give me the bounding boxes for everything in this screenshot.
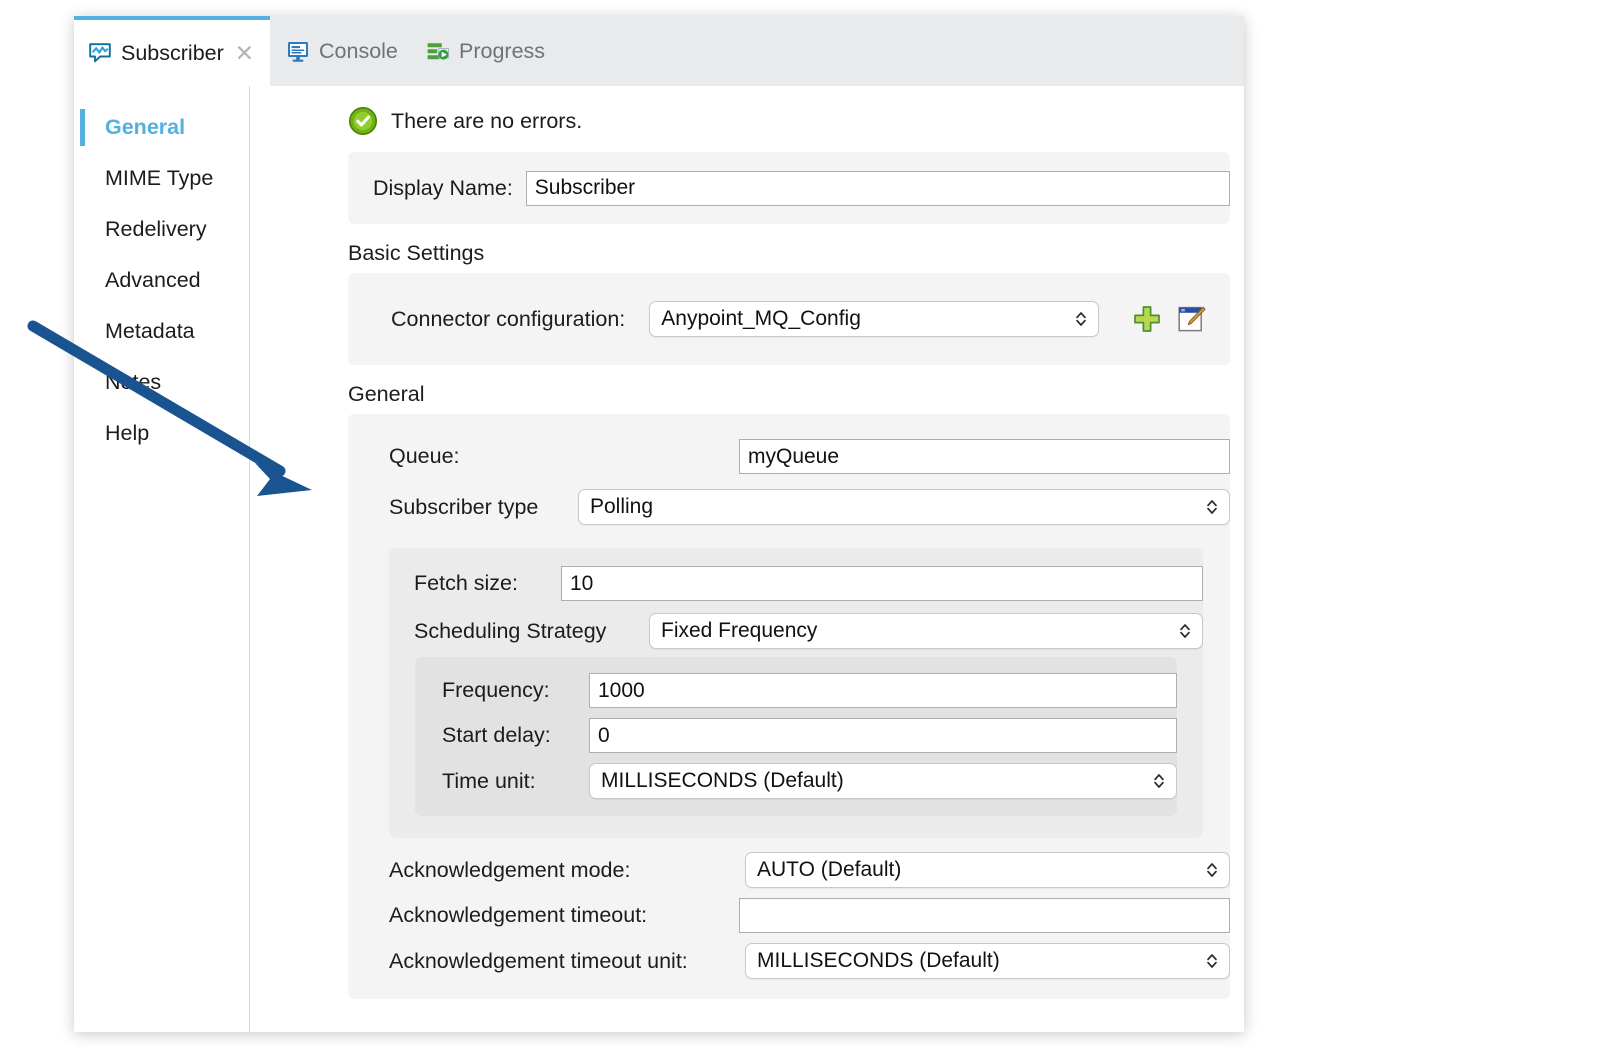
green-plus-icon[interactable] — [1132, 304, 1162, 334]
sidebar-nav: General MIME Type Redelivery Advanced Me… — [74, 86, 250, 1032]
acknowledgement-mode-value: AUTO (Default) — [757, 858, 901, 882]
chevron-updown-icon — [1074, 309, 1088, 329]
sidebar-item-mime-type[interactable]: MIME Type — [74, 153, 249, 204]
acknowledgement-mode-select[interactable]: AUTO (Default) — [745, 852, 1230, 888]
sidebar-item-label: Notes — [105, 370, 161, 395]
chevron-updown-icon — [1205, 497, 1219, 517]
acknowledgement-timeout-input[interactable] — [739, 898, 1230, 933]
close-icon[interactable]: ✕ — [235, 42, 254, 65]
scheduling-strategy-select[interactable]: Fixed Frequency — [649, 613, 1203, 649]
subscriber-type-label: Subscriber type — [389, 495, 578, 520]
start-delay-row: Start delay: — [415, 713, 1177, 758]
time-unit-row: Time unit: MILLISECONDS (Default) — [415, 758, 1177, 802]
scheduling-strategy-row: Scheduling Strategy Fixed Frequency — [389, 607, 1203, 653]
tab-console[interactable]: Console — [286, 16, 398, 86]
frequency-row: Frequency: — [415, 670, 1177, 713]
screenshot-root: Subscriber ✕ Console — [0, 0, 1598, 1062]
basic-settings-title: Basic Settings — [348, 241, 1244, 266]
polling-settings-group: Fetch size: Scheduling Strategy Fixed Fr… — [389, 548, 1203, 838]
sidebar-item-label: General — [105, 115, 185, 140]
sidebar-item-notes[interactable]: Notes — [74, 357, 249, 408]
sidebar-item-label: Help — [105, 421, 149, 446]
chevron-updown-icon — [1178, 621, 1192, 641]
editor-content: There are no errors. Display Name: Basic… — [251, 86, 1244, 1032]
connector-configuration-value: Anypoint_MQ_Config — [661, 307, 861, 331]
queue-row: Queue: — [348, 428, 1230, 485]
sidebar-item-redelivery[interactable]: Redelivery — [74, 204, 249, 255]
queue-input[interactable] — [739, 439, 1230, 474]
display-name-group: Display Name: — [348, 152, 1230, 224]
acknowledgement-timeout-unit-label: Acknowledgement timeout unit: — [389, 949, 745, 974]
time-unit-select[interactable]: MILLISECONDS (Default) — [589, 763, 1177, 799]
connector-configuration-label: Connector configuration: — [391, 307, 625, 332]
acknowledgement-timeout-unit-select[interactable]: MILLISECONDS (Default) — [745, 943, 1230, 979]
fixed-frequency-group: Frequency: Start delay: Time unit: MI — [415, 657, 1177, 816]
tab-console-label: Console — [319, 39, 398, 64]
time-unit-value: MILLISECONDS (Default) — [601, 769, 844, 793]
acknowledgement-timeout-row: Acknowledgement timeout: — [348, 893, 1230, 938]
general-group: Queue: Subscriber type Polling — [348, 414, 1230, 999]
scheduling-strategy-label: Scheduling Strategy — [414, 619, 649, 644]
acknowledgement-timeout-unit-row: Acknowledgement timeout unit: MILLISECON… — [348, 938, 1230, 983]
mule-property-editor-panel: Subscriber ✕ Console — [74, 16, 1244, 1032]
queue-label: Queue: — [389, 444, 739, 469]
subscriber-type-row: Subscriber type Polling — [348, 485, 1230, 536]
chevron-updown-icon — [1205, 951, 1219, 971]
tab-subscriber-label: Subscriber — [121, 41, 224, 66]
sidebar-item-help[interactable]: Help — [74, 408, 249, 459]
start-delay-label: Start delay: — [442, 723, 589, 748]
tab-strip: Subscriber ✕ Console — [74, 16, 1244, 86]
status-message: There are no errors. — [251, 86, 1244, 152]
sidebar-item-metadata[interactable]: Metadata — [74, 306, 249, 357]
tab-progress-label: Progress — [459, 39, 545, 64]
tab-progress[interactable]: Progress — [426, 16, 545, 86]
sidebar-item-label: Metadata — [105, 319, 195, 344]
green-check-circle-icon — [348, 106, 378, 136]
acknowledgement-mode-label: Acknowledgement mode: — [389, 858, 745, 883]
chevron-updown-icon — [1152, 771, 1166, 791]
fetch-size-label: Fetch size: — [414, 571, 561, 596]
subscriber-type-select[interactable]: Polling — [578, 489, 1230, 525]
acknowledgement-timeout-unit-value: MILLISECONDS (Default) — [757, 949, 1000, 973]
tab-subscriber[interactable]: Subscriber ✕ — [74, 16, 270, 86]
sidebar-item-general[interactable]: General — [74, 102, 249, 153]
connector-configuration-select[interactable]: Anypoint_MQ_Config — [649, 301, 1099, 337]
sidebar-item-label: Advanced — [105, 268, 201, 293]
acknowledgement-timeout-label: Acknowledgement timeout: — [389, 903, 739, 928]
subscriber-type-value: Polling — [590, 495, 653, 519]
sidebar-item-label: Redelivery — [105, 217, 207, 242]
subscriber-bubble-icon — [88, 41, 112, 65]
chevron-updown-icon — [1205, 860, 1219, 880]
display-name-label: Display Name: — [373, 176, 513, 201]
progress-bars-icon — [426, 39, 450, 63]
fetch-size-input[interactable] — [561, 566, 1203, 601]
acknowledgement-mode-row: Acknowledgement mode: AUTO (Default) — [348, 846, 1230, 893]
frequency-label: Frequency: — [442, 678, 589, 703]
sidebar-item-advanced[interactable]: Advanced — [74, 255, 249, 306]
display-name-input[interactable] — [526, 171, 1230, 206]
fetch-size-row: Fetch size: — [389, 562, 1203, 607]
status-text: There are no errors. — [391, 109, 582, 134]
sidebar-item-label: MIME Type — [105, 166, 213, 191]
start-delay-input[interactable] — [589, 718, 1177, 753]
basic-settings-group: Connector configuration: Anypoint_MQ_Con… — [348, 273, 1230, 365]
scheduling-strategy-value: Fixed Frequency — [661, 619, 817, 643]
editor-body: General MIME Type Redelivery Advanced Me… — [74, 86, 1244, 1032]
edit-pencil-icon[interactable] — [1176, 304, 1206, 334]
general-section-title: General — [348, 382, 1244, 407]
time-unit-label: Time unit: — [442, 769, 589, 794]
frequency-input[interactable] — [589, 673, 1177, 708]
console-monitor-icon — [286, 39, 310, 63]
